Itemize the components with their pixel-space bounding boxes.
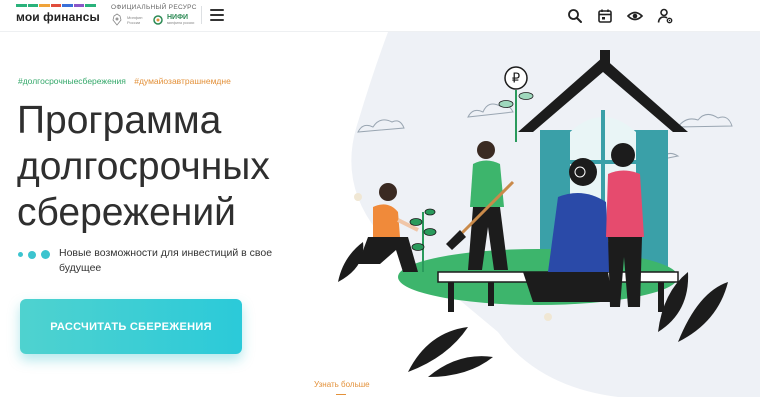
logo[interactable]: мои финансы: [16, 4, 100, 24]
logo-stripe: [27, 4, 39, 7]
nifi-sub: минфина россии: [167, 21, 195, 25]
logo-stripe: [50, 4, 62, 7]
dot-large: [41, 250, 50, 259]
hashtags: #долгосрочныесбережения #думайозавтрашне…: [18, 76, 231, 86]
visibility-icon[interactable]: [626, 7, 644, 25]
logo-stripe: [73, 4, 85, 7]
official-resource: ОФИЦИАЛЬНЫЙ РЕСУРС Минфин России НИФИ ми…: [111, 4, 197, 26]
page-title: Программа долгосрочных сбережений: [17, 99, 270, 234]
logo-stripe: [16, 4, 27, 7]
search-icon[interactable]: [566, 7, 584, 25]
logo-stripes: [16, 4, 97, 7]
nifi-logo-icon: [153, 14, 163, 25]
menu-icon[interactable]: [210, 9, 224, 21]
dot-medium: [28, 250, 36, 259]
coat-of-arms-icon: [112, 13, 122, 26]
header-divider: [201, 6, 202, 24]
site-header: мои финансы ОФИЦИАЛЬНЫЙ РЕСУРС Минфин Ро…: [0, 0, 760, 32]
hashtag-savings[interactable]: #долгосрочныесбережения: [18, 76, 126, 86]
hashtag-future[interactable]: #думайозавтрашнемдне: [134, 76, 231, 86]
minfin-label: Минфин России: [127, 14, 143, 25]
logo-stripe: [39, 4, 50, 7]
calendar-icon[interactable]: [596, 7, 614, 25]
official-label: ОФИЦИАЛЬНЫЙ РЕСУРС: [111, 4, 197, 11]
hero-subtitle: Новые возможности для инвестиций в свое …: [59, 247, 273, 274]
stone: [544, 313, 552, 321]
user-settings-icon[interactable]: [656, 7, 674, 25]
stone: [354, 193, 362, 201]
hero-illustration: ₽: [338, 32, 760, 397]
logo-stripe: [62, 4, 73, 7]
logo-text: мои финансы: [16, 10, 100, 24]
nifi-label: НИФИ: [167, 14, 189, 21]
calculate-savings-button[interactable]: РАССЧИТАТЬ СБЕРЕЖЕНИЯ: [20, 299, 242, 354]
ruble-symbol: ₽: [512, 72, 520, 87]
decorative-dots: [18, 250, 50, 259]
dot-small: [18, 252, 23, 257]
logo-stripe: [85, 4, 97, 7]
